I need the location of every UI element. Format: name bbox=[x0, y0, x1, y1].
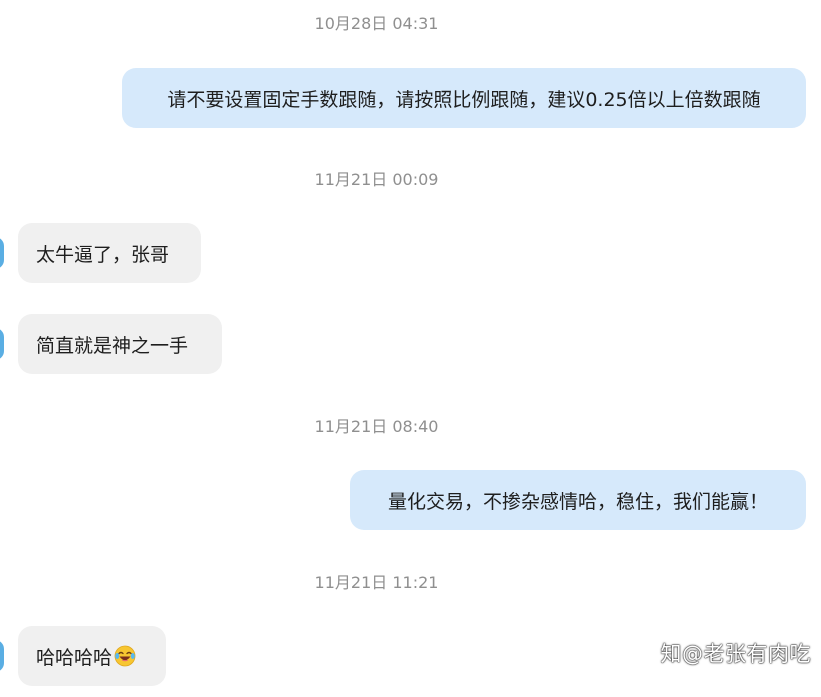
message-text: 哈哈哈哈 bbox=[36, 646, 113, 669]
chat-window: { "timestamps": { "t1": "10月28日 04:31", … bbox=[0, 0, 821, 697]
timestamp: 11月21日 08:40 bbox=[314, 417, 439, 436]
message-text: 太牛逼了，张哥 bbox=[36, 243, 170, 266]
avatar[interactable] bbox=[0, 640, 4, 672]
timestamp: 10月28日 04:31 bbox=[314, 14, 439, 33]
timestamp: 11月21日 11:21 bbox=[314, 573, 439, 592]
timestamp: 11月21日 00:09 bbox=[314, 170, 439, 189]
watermark: 知@老张有肉吃 bbox=[660, 642, 811, 666]
outgoing-message[interactable]: 请不要设置固定手数跟随，请按照比例跟随，建议0.25倍以上倍数跟随 bbox=[122, 68, 806, 128]
avatar[interactable] bbox=[0, 328, 4, 360]
outgoing-message[interactable]: 量化交易，不掺杂感情哈，稳住，我们能赢！ bbox=[350, 470, 806, 530]
message-text: 量化交易，不掺杂感情哈，稳住，我们能赢！ bbox=[387, 490, 768, 513]
laughing-tears-icon bbox=[114, 645, 136, 667]
message-text: 请不要设置固定手数跟随，请按照比例跟随，建议0.25倍以上倍数跟随 bbox=[167, 88, 761, 111]
avatar[interactable] bbox=[0, 237, 4, 269]
message-text: 简直就是神之一手 bbox=[36, 334, 189, 357]
incoming-message[interactable]: 太牛逼了，张哥 bbox=[18, 223, 201, 283]
incoming-message[interactable]: 哈哈哈哈 bbox=[18, 626, 166, 686]
incoming-message[interactable]: 简直就是神之一手 bbox=[18, 314, 222, 374]
